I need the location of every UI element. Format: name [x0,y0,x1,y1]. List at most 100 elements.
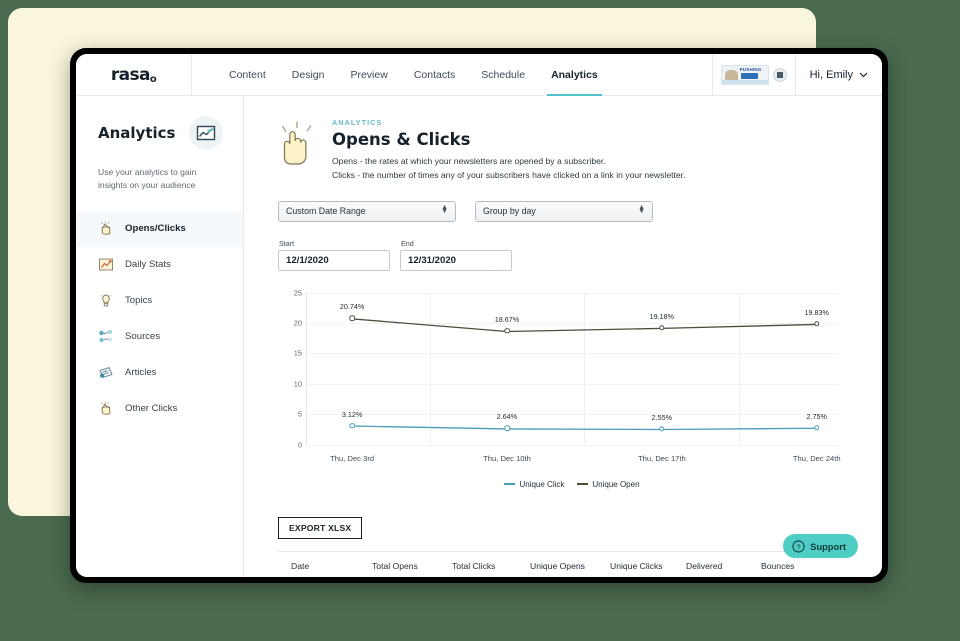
support-button-label: Support [810,540,846,552]
network-icon [98,329,114,345]
newspaper-icon [98,365,114,381]
chart-board-icon [98,257,114,273]
chart-data-point[interactable] [659,325,665,331]
table-header-unique-opens: Unique Opens [530,561,585,571]
page-header: ANALYTICS Opens & Clicks Opens - the rat… [278,118,882,183]
start-date-input[interactable] [278,249,390,271]
chart-y-axis-tick: 5 [297,409,302,419]
chart-data-point[interactable] [504,425,510,432]
table-header-bounces: Bounces [761,561,795,571]
chart-y-axis-tick: 10 [293,379,302,389]
content-area: Analytics Use your analytics to gain ins… [76,96,882,577]
brand-logo[interactable]: rasao [76,54,192,95]
chart-legend: Unique Click Unique Open [306,480,838,489]
nav-item-contacts[interactable]: Contacts [401,54,468,95]
thumbnail-band-shape [740,72,758,79]
pointing-hand-icon [278,118,318,183]
nav-item-content[interactable]: Content [216,54,279,95]
chart-y-axis-tick: 0 [297,440,302,449]
nav-item-label: Preview [350,68,388,81]
page-description-opens: Opens - the rates at which your newslett… [332,156,606,166]
chart-x-axis-tick: Thu, Dec 10th [483,453,531,463]
page-description-clicks: Clicks - the number of times any of your… [332,169,686,180]
chart-series-lines [352,317,817,430]
chart-legend-item[interactable]: Unique Click [504,480,564,489]
pointing-hand-icon [98,401,114,417]
table-header-unique-clicks: Unique Clicks [610,561,663,571]
nav-item-label: Contacts [413,68,456,81]
sidebar-item-articles[interactable]: Articles [76,355,243,391]
chart-data-point[interactable] [504,328,510,334]
chart-data-label: 2.75% [806,411,827,421]
chart-y-axis-tick: 15 [293,348,302,358]
chart-data-point[interactable] [814,321,820,327]
chart-legend-label: Unique Open [592,479,640,489]
chart-data-label: 20.74% [339,302,365,312]
newsletter-thumbnail-image: PUSHING [720,64,769,85]
chart-x-axis-tick: Thu, Dec 24th [792,453,841,463]
chart-data-point[interactable] [349,315,355,322]
nav-item-schedule[interactable]: Schedule [468,54,538,95]
top-navigation-bar: rasao Content Design Preview Contacts Sc… [76,54,882,96]
sidebar-header: Analytics [76,116,243,150]
stats-table-header-row: Date Total Opens Total Clicks Unique Ope… [278,550,838,578]
user-greeting: Hi, Emily [809,68,853,81]
chart-x-axis-tick: Thu, Dec 3rd [330,453,375,463]
screen: rasao Content Design Preview Contacts Sc… [0,0,960,641]
chart-data-point[interactable] [814,425,820,431]
support-button[interactable]: ? Support [783,534,858,558]
nav-item-analytics[interactable]: Analytics [538,54,611,96]
nav-right-cluster: PUSHING Hi, Emily [711,54,882,95]
end-date-input[interactable] [400,249,512,271]
svg-text:?: ? [797,542,801,551]
table-header-delivered: Delivered [686,561,723,571]
sidebar-item-daily-stats[interactable]: Daily Stats [76,247,243,283]
start-date-label: Start [279,238,295,248]
sidebar-item-label: Daily Stats [125,259,171,271]
nav-item-preview[interactable]: Preview [337,54,400,95]
chevron-up-down-icon: ▲ ▼ [441,203,448,216]
sidebar-item-label: Articles [125,367,157,379]
chart-data-label: 18.67% [494,314,520,324]
chart-plot-area: 0 5 10 15 20 25 Thu, Dec 3rd Thu, Dec 10th Thu, … [294,288,841,463]
nav-item-label: Content [229,68,266,81]
nav-item-list: Content Design Preview Contacts Schedule… [192,54,712,96]
chart-data-label: 19.18% [649,311,675,321]
chart-legend-swatch [504,483,516,485]
chart-data-point[interactable] [659,426,665,432]
nav-item-label: Design [291,68,325,81]
group-by-select[interactable]: Group by day ▲ ▼ [475,200,653,222]
group-by-select-value: Group by day [483,206,536,216]
question-mark-icon: ? [792,539,805,553]
sidebar-item-sources[interactable]: Sources [76,319,243,355]
line-chart-icon [189,116,223,150]
sidebar-item-topics[interactable]: Topics [76,283,243,319]
chart-data-label: 19.83% [804,307,829,317]
grid-view-icon[interactable] [772,67,787,82]
chart-data-label: 2.64% [496,412,518,422]
end-date-label: End [401,238,414,248]
end-date-field: End [400,239,512,271]
sidebar-item-label: Other Clicks [125,403,178,415]
chart-y-axis-tick: 25 [293,288,302,297]
export-xlsx-button[interactable]: EXPORT XLSX [278,516,363,539]
sidebar-item-other-clicks[interactable]: Other Clicks [76,391,243,427]
chart-data-label: 2.55% [651,412,673,422]
thumbnail-promo-text: PUSHING [739,66,762,72]
sidebar-subtitle: Use your analytics to gain insights on y… [98,167,197,191]
chart-legend-label: Unique Click [519,479,565,489]
pointing-hand-icon [98,221,114,237]
browser-window: rasao Content Design Preview Contacts Sc… [70,48,888,583]
user-menu[interactable]: Hi, Emily [794,54,882,95]
chart-x-axis-tick: Thu, Dec 17th [638,453,686,463]
chart-data-point[interactable] [349,422,355,429]
thumbnail-base-shape [721,79,768,84]
grid-glyph [776,71,783,78]
date-range-select[interactable]: Custom Date Range ▲ ▼ [278,200,456,222]
sidebar-item-opens-clicks[interactable]: Opens/Clicks [76,210,243,247]
filter-row: Custom Date Range ▲ ▼ Group by day ▲ ▼ [278,200,882,222]
nav-item-design[interactable]: Design [279,54,338,95]
newsletter-thumbnail-preview[interactable]: PUSHING [711,54,795,95]
lightbulb-icon [98,293,114,309]
chart-legend-item[interactable]: Unique Open [577,479,640,489]
